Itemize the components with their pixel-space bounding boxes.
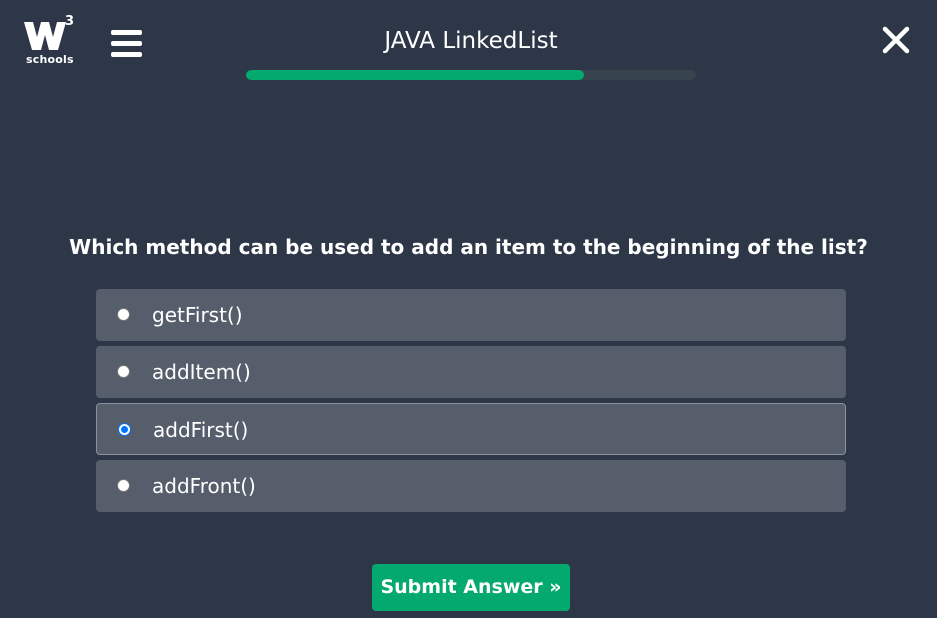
submit-answer-button[interactable]: Submit Answer » (372, 564, 570, 611)
menu-bar (111, 52, 142, 57)
radio-button[interactable] (117, 308, 130, 321)
answer-option[interactable]: addFront() (96, 460, 846, 512)
answer-option-label: addFirst() (153, 418, 249, 442)
quiz-page: 3 schools JAVA LinkedList Which method c… (0, 0, 937, 618)
close-icon (882, 26, 910, 54)
answer-option[interactable]: addItem() (96, 346, 846, 398)
close-button[interactable] (880, 24, 912, 56)
menu-bar (111, 30, 142, 35)
progress-fill (246, 70, 584, 80)
question-text: Which method can be used to add an item … (69, 235, 868, 259)
answer-options: getFirst() addItem() addFirst() addFront… (96, 289, 846, 517)
progress-bar (246, 70, 696, 80)
radio-button[interactable] (117, 479, 130, 492)
radio-button[interactable] (117, 365, 130, 378)
answer-option-label: addFront() (152, 474, 256, 498)
radio-button[interactable] (118, 423, 131, 436)
page-title: JAVA LinkedList (384, 28, 558, 54)
menu-bar (111, 41, 142, 46)
answer-option[interactable]: getFirst() (96, 289, 846, 341)
answer-option-label: getFirst() (152, 303, 243, 327)
logo-wordmark: schools (26, 53, 74, 66)
logo-superscript: 3 (65, 14, 75, 29)
answer-option[interactable]: addFirst() (96, 403, 846, 455)
answer-option-label: addItem() (152, 360, 251, 384)
hamburger-menu-icon[interactable] (111, 30, 142, 58)
w3schools-logo-icon (24, 22, 66, 50)
w3schools-logo[interactable]: 3 schools (22, 14, 78, 68)
